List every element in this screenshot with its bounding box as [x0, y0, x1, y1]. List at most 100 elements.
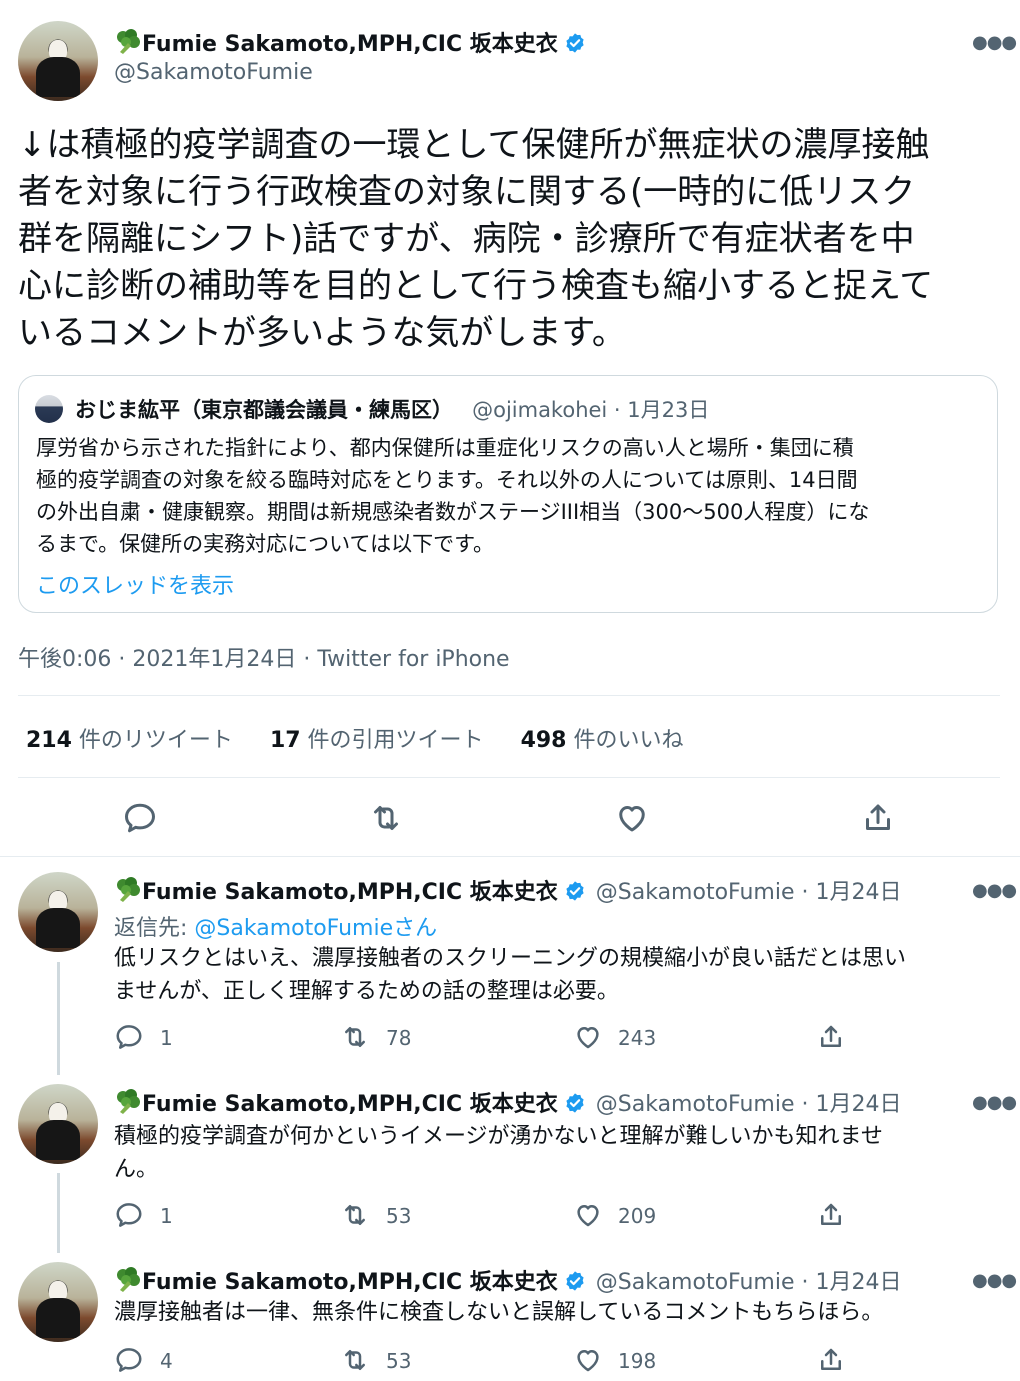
- reply-text: 積極的疫学調査が何かというイメージが湧かないと理解が難しいかも知れませ ん。: [114, 1120, 1004, 1186]
- reply-author-name: Fumie Sakamoto,MPH,CIC 坂本史衣: [142, 1270, 558, 1295]
- reply-avatar[interactable]: [18, 872, 98, 952]
- reply-text-line: 積極的疫学調査が何かというイメージが湧かないと理解が難しいかも知れませ: [114, 1124, 883, 1149]
- reply-to-suffix: さん: [393, 916, 438, 941]
- reply-icon[interactable]: [114, 1022, 144, 1052]
- like-count: 198: [618, 1349, 657, 1373]
- retweets-count: 214: [26, 728, 72, 753]
- tweet-text-line: ↓は積極的疫学調査の一環として保健所が無症状の濃厚接触: [18, 125, 930, 165]
- tweet-timestamp[interactable]: 午後0:06 · 2021年1月24日 · Twitter for iPhone: [18, 641, 510, 673]
- reply-text-line: ませんが、正しく理解するための話の整理は必要。: [114, 979, 619, 1004]
- divider: [0, 856, 1020, 857]
- likes-count: 498: [520, 728, 567, 753]
- retweet-icon[interactable]: [340, 1022, 370, 1052]
- reply-action-bar: 1 78 243: [114, 1022, 1014, 1054]
- heart-icon[interactable]: [573, 1345, 603, 1375]
- broccoli-icon: [117, 1089, 140, 1114]
- retweets-label: 件のリツイート: [71, 728, 233, 753]
- quoted-text-line: 極的疫学調査の対象を絞る臨時対応をとります。それ以外の人については原則、14日間: [36, 468, 858, 492]
- more-options-icon[interactable]: ●●●: [972, 32, 1017, 53]
- retweet-count: 78: [386, 1026, 412, 1050]
- divider: [18, 695, 1000, 696]
- show-thread-link[interactable]: このスレッドを表示: [36, 568, 234, 600]
- broccoli-icon: [117, 877, 140, 902]
- tweet-text: ↓は積極的疫学調査の一環として保健所が無症状の濃厚接触 者を対象に行う行政検査の…: [18, 122, 1013, 357]
- retweet-count: 53: [386, 1349, 412, 1373]
- quoted-avatar: [35, 395, 63, 423]
- more-options-icon[interactable]: ●●●: [972, 1270, 1017, 1291]
- stats-row: 214 件のリツイート 17 件の引用ツイート 498 件のいいね: [26, 722, 684, 754]
- reply-handle-date: @SakamotoFumie · 1月24日: [595, 1092, 902, 1117]
- reply-header[interactable]: Fumie Sakamoto,MPH,CIC 坂本史衣 @SakamotoFumi…: [114, 1086, 901, 1118]
- verified-badge-icon: [566, 1093, 584, 1113]
- author-name: Fumie Sakamoto,MPH,CIC 坂本史衣: [142, 32, 558, 57]
- share-icon[interactable]: [816, 1022, 846, 1052]
- share-icon[interactable]: [816, 1345, 846, 1375]
- reply-avatar[interactable]: [18, 1262, 98, 1342]
- reply-to-handle-link[interactable]: @SakamotoFumie: [194, 916, 393, 941]
- reply-text-line: ん。: [114, 1157, 159, 1182]
- reply-text: 濃厚接触者は一律、無条件に検査しないと誤解しているコメントもちらほら。: [114, 1296, 1004, 1329]
- reply-handle-date: @SakamotoFumie · 1月24日: [595, 1270, 902, 1295]
- reply-count: 1: [160, 1204, 173, 1228]
- tweet-text-line: いるコメントが多いような気がします。: [18, 313, 626, 353]
- more-options-icon[interactable]: ●●●: [972, 880, 1017, 901]
- verified-badge-icon: [566, 881, 584, 901]
- reply-handle-date: @SakamotoFumie · 1月24日: [595, 880, 902, 905]
- quotes-stat[interactable]: 17 件の引用ツイート: [270, 728, 484, 753]
- reply-to-line: 返信先: @SakamotoFumieさん: [114, 910, 437, 942]
- author-handle[interactable]: @SakamotoFumie: [114, 60, 313, 85]
- reply-header[interactable]: Fumie Sakamoto,MPH,CIC 坂本史衣 @SakamotoFumi…: [114, 1264, 901, 1296]
- retweet-icon[interactable]: [340, 1200, 370, 1230]
- reply-author-name: Fumie Sakamoto,MPH,CIC 坂本史衣: [142, 880, 558, 905]
- reply-text: 低リスクとはいえ、濃厚接触者のスクリーニングの規模縮小が良い話だとは思い ません…: [114, 942, 1004, 1008]
- share-icon[interactable]: [816, 1200, 846, 1230]
- reply-count: 4: [160, 1349, 173, 1373]
- likes-stat[interactable]: 498 件のいいね: [521, 728, 684, 753]
- like-count: 243: [618, 1026, 657, 1050]
- quoted-author-name: おじま紘平（東京都議会議員・練馬区）: [75, 398, 453, 422]
- reply-icon[interactable]: [114, 1200, 144, 1230]
- reply-header[interactable]: Fumie Sakamoto,MPH,CIC 坂本史衣 @SakamotoFumi…: [114, 874, 901, 906]
- quotes-count: 17: [269, 728, 301, 753]
- tweet-text-line: 者を対象に行う行政検査の対象に関する(一時的に低リスク: [18, 172, 916, 212]
- reply-icon[interactable]: [122, 800, 158, 836]
- more-options-icon[interactable]: ●●●: [972, 1092, 1017, 1113]
- verified-badge-icon: [566, 33, 584, 53]
- quoted-text-line: の外出自粛・健康観察。期間は新規感染者数がステージIII相当（300〜500人程…: [36, 500, 870, 524]
- thread-line: [57, 1173, 60, 1253]
- quotes-label: 件の引用ツイート: [300, 728, 484, 753]
- retweets-stat[interactable]: 214 件のリツイート: [26, 728, 233, 753]
- broccoli-icon: [117, 29, 140, 54]
- reply-to-prefix: 返信先:: [114, 916, 195, 941]
- retweet-count: 53: [386, 1204, 412, 1228]
- quoted-text-line: 厚労省から示された指針により、都内保健所は重症化リスクの高い人と場所・集団に積: [36, 436, 854, 460]
- tweet-text-line: 群を隔離にシフト)話ですが、病院・診療所で有症状者を中: [18, 219, 915, 259]
- likes-label: 件のいいね: [566, 728, 684, 753]
- quoted-tweet-card[interactable]: おじま紘平（東京都議会議員・練馬区） @ojimakohei · 1月23日 厚…: [18, 375, 998, 613]
- quoted-text: 厚労省から示された指針により、都内保健所は重症化リスクの高い人と場所・集団に積 …: [36, 432, 991, 560]
- reply-icon[interactable]: [114, 1345, 144, 1375]
- divider: [18, 777, 1000, 778]
- retweet-icon[interactable]: [368, 800, 404, 836]
- like-count: 209: [618, 1204, 657, 1228]
- reply-action-bar: 4 53 198: [114, 1345, 1014, 1377]
- reply-author-name: Fumie Sakamoto,MPH,CIC 坂本史衣: [142, 1092, 558, 1117]
- author-avatar[interactable]: [18, 21, 98, 101]
- quoted-text-line: るまで。保健所の実務対応については以下です。: [36, 532, 495, 556]
- heart-icon[interactable]: [573, 1200, 603, 1230]
- verified-badge-icon: [566, 1271, 584, 1291]
- heart-icon[interactable]: [573, 1022, 603, 1052]
- thread-line: [57, 962, 60, 1075]
- broccoli-icon: [117, 1267, 140, 1292]
- author-name-row[interactable]: Fumie Sakamoto,MPH,CIC 坂本史衣: [114, 26, 586, 58]
- reply-avatar[interactable]: [18, 1084, 98, 1164]
- reply-text-line: 濃厚接触者は一律、無条件に検査しないと誤解しているコメントもちらほら。: [114, 1300, 884, 1325]
- reply-count: 1: [160, 1026, 173, 1050]
- heart-icon[interactable]: [614, 800, 650, 836]
- reply-action-bar: 1 53 209: [114, 1200, 1014, 1232]
- share-icon[interactable]: [860, 800, 896, 836]
- reply-text-line: 低リスクとはいえ、濃厚接触者のスクリーニングの規模縮小が良い話だとは思い: [114, 946, 907, 971]
- quoted-handle-date: @ojimakohei · 1月23日: [472, 398, 710, 422]
- tweet-text-line: 心に診断の補助等を目的として行う検査も縮小すると捉えて: [18, 266, 934, 306]
- retweet-icon[interactable]: [340, 1345, 370, 1375]
